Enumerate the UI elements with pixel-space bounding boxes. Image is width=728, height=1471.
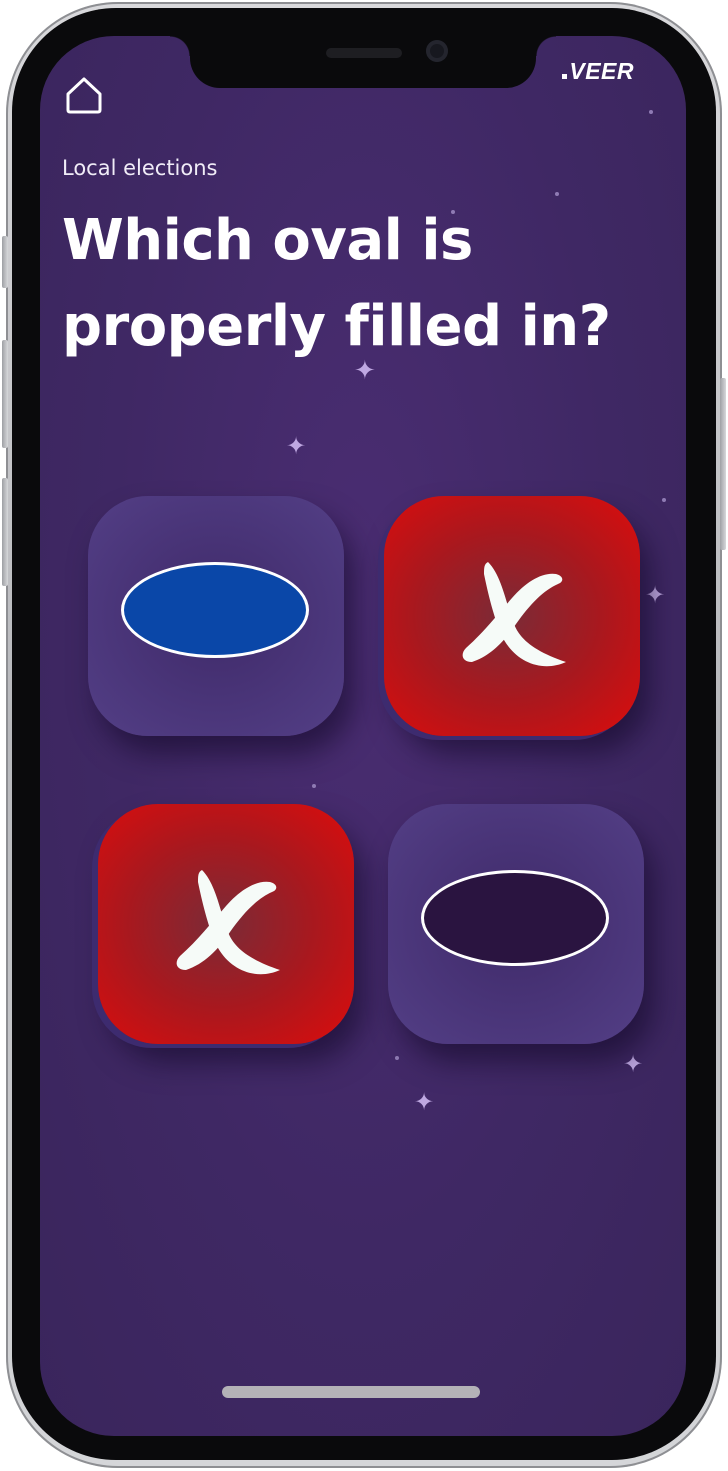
answer-option-empty-oval[interactable] [388, 804, 644, 1044]
sparkle-icon: ✦ [623, 1050, 644, 1078]
star-dot [555, 192, 559, 196]
question-text: Which oval is properly filled in? [62, 208, 611, 359]
sparkle-icon: ✦ [645, 581, 666, 609]
earpiece-speaker [326, 48, 402, 58]
star-dot [662, 498, 666, 502]
notch [170, 36, 556, 88]
home-indicator[interactable] [222, 1386, 480, 1398]
silent-switch [2, 236, 8, 288]
home-button[interactable] [62, 72, 106, 116]
empty-oval [421, 870, 609, 966]
filled-oval [121, 562, 309, 658]
star-dot [649, 110, 653, 114]
star-dot [395, 1056, 399, 1060]
home-icon [66, 77, 102, 114]
answer-option-x-mark[interactable] [98, 804, 354, 1044]
logo-dot-icon [562, 74, 568, 79]
sparkle-icon: ✦ [286, 432, 307, 460]
app-screen: ✦ ✦ ✦ ✦ ✦ VEER Local elections Which ova… [40, 36, 686, 1436]
x-mark-icon [462, 562, 566, 667]
volume-up-button [2, 340, 8, 448]
front-camera [426, 40, 448, 62]
power-button [720, 378, 726, 550]
brand-logo: VEER [562, 58, 634, 85]
answer-option-filled-oval[interactable] [88, 496, 344, 736]
brand-name: VEER [569, 58, 634, 84]
answer-option-x-mark[interactable] [384, 496, 640, 736]
sparkle-icon: ✦ [414, 1088, 435, 1116]
volume-down-button [2, 478, 8, 586]
category-label: Local elections [62, 156, 218, 180]
x-mark-icon [176, 870, 280, 975]
star-dot [312, 784, 316, 788]
